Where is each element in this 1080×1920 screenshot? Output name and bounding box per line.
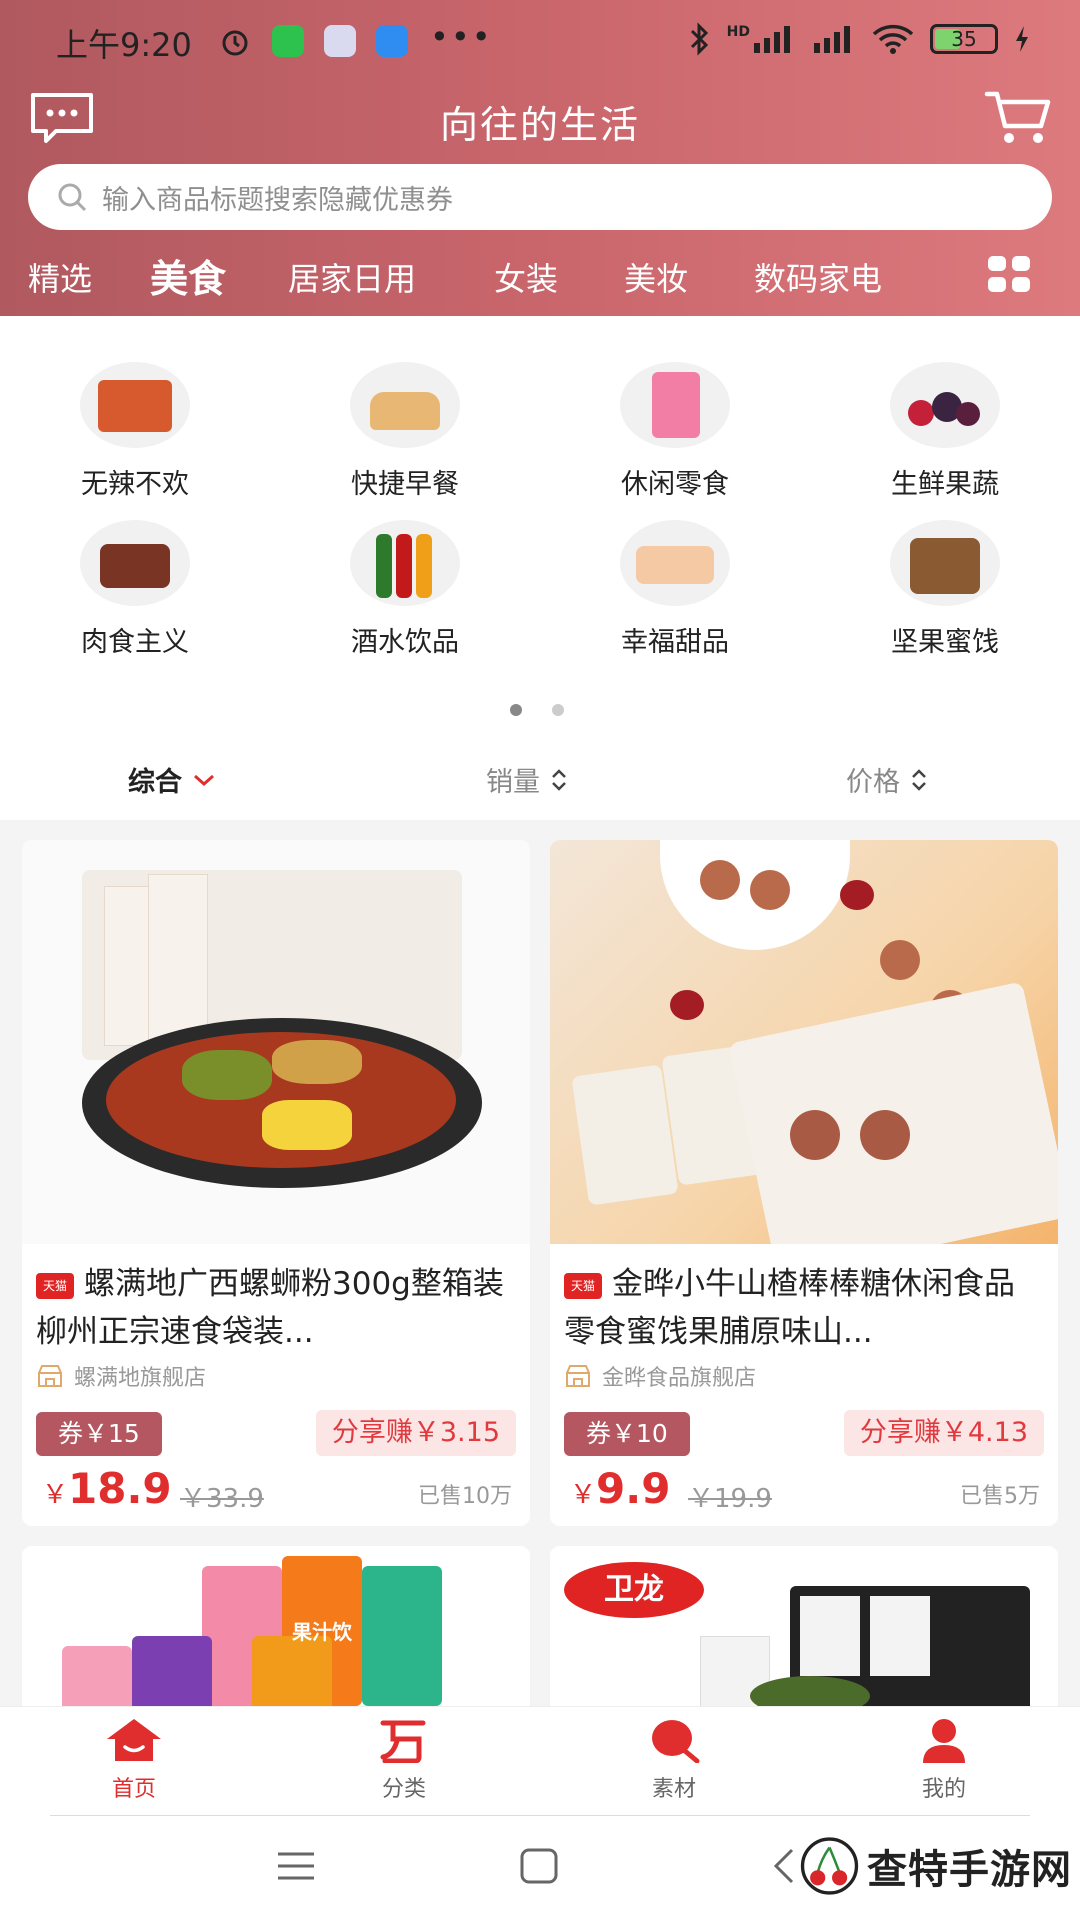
category-item[interactable]: 生鲜果蔬 xyxy=(810,362,1080,512)
app-screen: 上午9:20 ••• HD 35 向往的生活 输入商品标题搜索隐藏优惠券 精选 … xyxy=(0,0,1080,1920)
charging-icon xyxy=(1016,26,1028,52)
shop-name[interactable]: 螺满地旗舰店 xyxy=(22,1356,530,1396)
berries-icon xyxy=(890,362,1000,448)
grid-menu-icon[interactable] xyxy=(986,254,1032,294)
nav-category[interactable]: 分类 xyxy=(344,1717,464,1803)
product-title: 天猫 金晔小牛山楂棒棒糖休闲食品零食蜜饯果脯原味山... xyxy=(564,1266,1015,1350)
category-icon xyxy=(380,1720,426,1764)
drinks-icon xyxy=(350,520,460,606)
alarm-icon xyxy=(222,30,248,56)
product-image xyxy=(22,840,530,1244)
tab-beauty[interactable]: 美妆 xyxy=(624,254,688,300)
sort-arrows-icon xyxy=(912,768,926,791)
sort-bar: 综合 销量 价格 xyxy=(0,738,1080,820)
category-item[interactable]: 无辣不欢 xyxy=(0,362,270,512)
sort-price[interactable]: 价格 xyxy=(846,760,928,799)
system-nav-bar: 查特手游网 xyxy=(0,1816,1080,1920)
signal-icon xyxy=(754,26,790,53)
product-card[interactable]: 天猫 金晔小牛山楂棒棒糖休闲食品零食蜜饯果脯原味山... 金晔食品旗舰店 券￥10… xyxy=(550,840,1058,1526)
category-item[interactable]: 酒水饮品 xyxy=(270,520,540,670)
snack-bag-icon xyxy=(620,362,730,448)
bread-icon xyxy=(350,362,460,448)
search-placeholder: 输入商品标题搜索隐藏优惠券 xyxy=(102,184,453,216)
sort-sales[interactable]: 销量 xyxy=(486,760,568,799)
more-notifications-icon: ••• xyxy=(430,18,493,56)
tab-featured[interactable]: 精选 xyxy=(28,254,92,300)
category-item[interactable]: 幸福甜品 xyxy=(540,520,810,670)
category-item[interactable]: 休闲零食 xyxy=(540,362,810,512)
tab-food[interactable]: 美食 xyxy=(150,248,226,303)
page-title: 向往的生活 xyxy=(439,103,640,147)
coupon-badge: 券￥10 xyxy=(564,1412,690,1456)
dessert-icon xyxy=(620,520,730,606)
coupon-badge: 券￥15 xyxy=(36,1412,162,1456)
tmall-badge: 天猫 xyxy=(564,1273,602,1299)
product-image xyxy=(550,840,1058,1244)
watermark: 查特手游网 xyxy=(800,1822,1072,1910)
shop-icon xyxy=(566,1365,590,1387)
message-app-icon xyxy=(376,25,408,57)
profile-icon xyxy=(923,1719,965,1763)
back-icon[interactable] xyxy=(772,1848,796,1884)
status-bar: 上午9:20 ••• HD 35 xyxy=(0,0,1080,80)
share-earn-button[interactable]: 分享赚￥3.15 xyxy=(315,1410,516,1456)
category-item[interactable]: 坚果蜜饯 xyxy=(810,520,1080,670)
wifi-icon xyxy=(872,24,914,54)
bottom-nav: 首页 分类 素材 我的 xyxy=(0,1706,1080,1816)
nav-home[interactable]: 首页 xyxy=(74,1717,194,1803)
pager-dot xyxy=(552,704,564,716)
share-earn-button[interactable]: 分享赚￥4.13 xyxy=(843,1410,1044,1456)
header: 上午9:20 ••• HD 35 向往的生活 输入商品标题搜索隐藏优惠券 精选 … xyxy=(0,0,1080,316)
category-item[interactable]: 肉食主义 xyxy=(0,520,270,670)
carousel-pager xyxy=(510,704,564,716)
status-time: 上午9:20 xyxy=(56,26,192,64)
shop-name[interactable]: 金晔食品旗舰店 xyxy=(550,1356,1058,1396)
product-price: ￥9.9 xyxy=(570,1464,671,1513)
tab-home[interactable]: 居家日用 xyxy=(288,254,416,300)
pager-dot-active xyxy=(510,704,522,716)
sort-comprehensive[interactable]: 综合 xyxy=(128,760,216,799)
category-tabs: 精选 美食 居家日用 女装 美妆 数码家电 xyxy=(0,246,1080,306)
bluetooth-icon xyxy=(690,22,708,56)
notification-icons xyxy=(218,24,408,58)
shop-icon xyxy=(38,1365,62,1387)
meat-icon xyxy=(80,520,190,606)
search-icon xyxy=(58,183,87,212)
home-square-icon[interactable] xyxy=(520,1848,558,1884)
material-icon xyxy=(652,1720,700,1764)
product-price: ￥18.9 xyxy=(42,1464,172,1513)
network-type: HD xyxy=(726,24,750,40)
sold-count: 已售10万 xyxy=(418,1484,512,1509)
spicy-food-icon xyxy=(80,362,190,448)
tmall-badge: 天猫 xyxy=(36,1273,74,1299)
category-item[interactable]: 快捷早餐 xyxy=(270,362,540,512)
battery-indicator: 35 xyxy=(930,24,998,54)
nuts-icon xyxy=(890,520,1000,606)
app-icon xyxy=(324,25,356,57)
sold-count: 已售5万 xyxy=(960,1484,1040,1509)
product-card[interactable]: 天猫 螺满地广西螺蛳粉300g整箱装 柳州正宗速食袋装... 螺满地旗舰店 券￥1… xyxy=(22,840,530,1526)
chevron-down-icon xyxy=(194,774,214,786)
original-price: ￥19.9 xyxy=(688,1484,772,1514)
brand-logo: 卫龙 xyxy=(564,1562,704,1618)
tab-women[interactable]: 女装 xyxy=(494,254,558,300)
home-icon xyxy=(107,1719,161,1761)
sort-arrows-icon xyxy=(552,768,566,791)
tab-digital[interactable]: 数码家电 xyxy=(754,254,882,300)
nav-mine[interactable]: 我的 xyxy=(884,1717,1004,1803)
signal-icon-2 xyxy=(814,26,850,53)
product-title: 天猫 螺满地广西螺蛳粉300g整箱装 柳州正宗速食袋装... xyxy=(36,1266,504,1350)
original-price: ￥33.9 xyxy=(180,1484,264,1514)
wechat-icon xyxy=(272,25,304,57)
menu-icon[interactable] xyxy=(276,1850,316,1882)
brand-text: 果汁饮 xyxy=(292,1620,352,1644)
top-bar: 向往的生活 xyxy=(0,80,1080,160)
search-input[interactable]: 输入商品标题搜索隐藏优惠券 xyxy=(28,164,1052,230)
cart-icon[interactable] xyxy=(984,88,1052,148)
cherry-logo-icon xyxy=(800,1837,859,1895)
status-right: HD 35 xyxy=(689,22,1030,56)
nav-material[interactable]: 素材 xyxy=(614,1717,734,1803)
